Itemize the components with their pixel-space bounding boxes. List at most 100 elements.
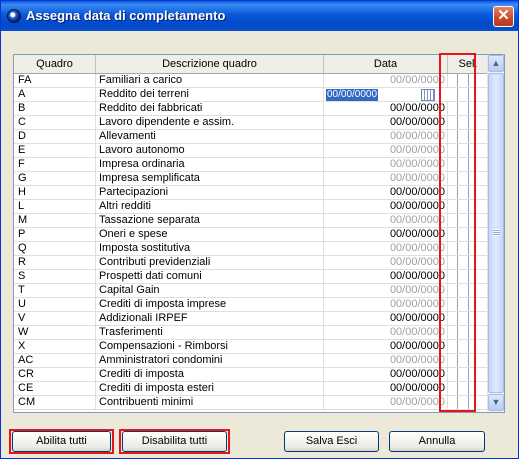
descrizione-cell: Altri redditi: [96, 200, 324, 213]
quadro-cell: M: [14, 214, 96, 227]
header-descrizione[interactable]: Descrizione quadro: [96, 55, 324, 73]
data-cell[interactable]: 00/00/0000: [324, 172, 448, 185]
data-cell[interactable]: 00/00/0000: [324, 228, 448, 241]
quadro-cell: FA: [14, 74, 96, 87]
title-bar[interactable]: Assegna data di completamento ✕: [1, 1, 518, 31]
descrizione-cell: Crediti di imposta esteri: [96, 382, 324, 395]
data-cell[interactable]: 00/00/0000: [324, 214, 448, 227]
data-cell[interactable]: 00/00/0000: [324, 284, 448, 297]
scroll-thumb[interactable]: [488, 73, 504, 393]
data-cell[interactable]: 00/00/0000: [324, 396, 448, 409]
table-row[interactable]: A Reddito dei terreni 00/00/0000: [14, 88, 489, 102]
descrizione-cell: Capital Gain: [96, 284, 324, 297]
data-cell[interactable]: 00/00/0000: [324, 102, 448, 115]
data-cell[interactable]: 00/00/0000: [324, 256, 448, 269]
data-cell[interactable]: 00/00/0000: [324, 368, 448, 381]
descrizione-cell: Partecipazioni: [96, 186, 324, 199]
quadro-cell: CR: [14, 368, 96, 381]
table-row[interactable]: G Impresa semplificata 00/00/0000: [14, 172, 489, 186]
close-button[interactable]: ✕: [493, 6, 514, 27]
window-title: Assegna data di completamento: [26, 8, 226, 23]
data-cell[interactable]: 00/00/0000: [324, 326, 448, 339]
table-row[interactable]: R Contributi previdenziali 00/00/0000: [14, 256, 489, 270]
data-cell[interactable]: 00/00/0000: [324, 158, 448, 171]
quadro-cell: L: [14, 200, 96, 213]
descrizione-cell: Reddito dei terreni: [96, 88, 324, 101]
table-row[interactable]: L Altri redditi 00/00/0000: [14, 200, 489, 214]
data-cell[interactable]: 00/00/0000: [324, 130, 448, 143]
data-cell[interactable]: 00/00/0000: [324, 298, 448, 311]
table-row[interactable]: S Prospetti dati comuni 00/00/0000: [14, 270, 489, 284]
table-row[interactable]: C Lavoro dipendente e assim. 00/00/0000: [14, 116, 489, 130]
grip-icon: [493, 229, 500, 236]
quadro-cell: CM: [14, 396, 96, 409]
quadro-cell: D: [14, 130, 96, 143]
scroll-down-button[interactable]: ▼: [488, 394, 504, 411]
data-cell[interactable]: 00/00/0000: [324, 270, 448, 283]
descrizione-cell: Addizionali IRPEF: [96, 312, 324, 325]
table-row[interactable]: CR Crediti di imposta 00/00/0000: [14, 368, 489, 382]
data-cell[interactable]: 00/00/0000: [324, 116, 448, 129]
data-cell[interactable]: 00/00/0000: [324, 354, 448, 367]
app-icon: [7, 9, 21, 23]
table-row[interactable]: E Lavoro autonomo 00/00/0000: [14, 144, 489, 158]
data-cell[interactable]: 00/00/0000: [324, 242, 448, 255]
data-cell[interactable]: 00/00/0000: [324, 200, 448, 213]
table-row[interactable]: AC Amministratori condomini 00/00/0000: [14, 354, 489, 368]
date-editor[interactable]: 00/00/0000: [326, 89, 435, 101]
table-row[interactable]: FA Familiari a carico 00/00/0000: [14, 74, 489, 88]
quadro-cell: S: [14, 270, 96, 283]
table-row[interactable]: F Impresa ordinaria 00/00/0000: [14, 158, 489, 172]
descrizione-cell: Trasferimenti: [96, 326, 324, 339]
quadro-cell: R: [14, 256, 96, 269]
quadro-cell: V: [14, 312, 96, 325]
quadri-table: Quadro Descrizione quadro Data Sel. FA Fa…: [13, 54, 505, 413]
sel-column-highlight: [439, 53, 476, 412]
table-row[interactable]: M Tassazione separata 00/00/0000: [14, 214, 489, 228]
table-row[interactable]: T Capital Gain 00/00/0000: [14, 284, 489, 298]
quadro-cell: G: [14, 172, 96, 185]
table-row[interactable]: CM Contribuenti minimi 00/00/0000: [14, 396, 489, 410]
annulla-button[interactable]: Annulla: [389, 431, 485, 452]
table-row[interactable]: U Crediti di imposta imprese 00/00/0000: [14, 298, 489, 312]
data-cell[interactable]: 00/00/0000: [324, 144, 448, 157]
header-data[interactable]: Data: [324, 55, 448, 73]
header-quadro[interactable]: Quadro: [14, 55, 96, 73]
data-cell[interactable]: 00/00/0000: [324, 74, 448, 87]
disabilita-tutti-button[interactable]: Disabilita tutti: [122, 431, 227, 452]
data-cell[interactable]: 00/00/0000: [324, 340, 448, 353]
quadro-cell: CE: [14, 382, 96, 395]
quadro-cell: W: [14, 326, 96, 339]
descrizione-cell: Imposta sostitutiva: [96, 242, 324, 255]
dialog-window: Assegna data di completamento ✕ Quadro D…: [0, 0, 519, 459]
abilita-tutti-button[interactable]: Abilita tutti: [12, 431, 111, 452]
table-row[interactable]: V Addizionali IRPEF 00/00/0000: [14, 312, 489, 326]
vertical-scrollbar[interactable]: ▲ ▼: [487, 55, 504, 412]
scroll-up-button[interactable]: ▲: [488, 55, 504, 72]
quadro-cell: X: [14, 340, 96, 353]
table-row[interactable]: P Oneri e spese 00/00/0000: [14, 228, 489, 242]
quadro-cell: B: [14, 102, 96, 115]
table-header: Quadro Descrizione quadro Data Sel.: [14, 55, 489, 74]
table-row[interactable]: D Allevamenti 00/00/0000: [14, 130, 489, 144]
date-input[interactable]: 00/00/0000: [326, 89, 379, 101]
data-cell[interactable]: 00/00/0000: [324, 312, 448, 325]
data-cell[interactable]: 00/00/0000: [324, 186, 448, 199]
salva-esci-button[interactable]: Salva Esci: [284, 431, 379, 452]
descrizione-cell: Crediti di imposta imprese: [96, 298, 324, 311]
table-row[interactable]: CE Crediti di imposta esteri 00/00/0000: [14, 382, 489, 396]
table-body: FA Familiari a carico 00/00/0000 A Reddito d…: [14, 74, 489, 410]
table-row[interactable]: H Partecipazioni 00/00/0000: [14, 186, 489, 200]
quadro-cell: E: [14, 144, 96, 157]
data-cell[interactable]: 00/00/0000: [324, 382, 448, 395]
quadro-cell: H: [14, 186, 96, 199]
descrizione-cell: Impresa ordinaria: [96, 158, 324, 171]
table-row[interactable]: W Trasferimenti 00/00/0000: [14, 326, 489, 340]
table-row[interactable]: Q Imposta sostitutiva 00/00/0000: [14, 242, 489, 256]
table-row[interactable]: B Reddito dei fabbricati 00/00/0000: [14, 102, 489, 116]
descrizione-cell: Oneri e spese: [96, 228, 324, 241]
table-row[interactable]: X Compensazioni - Rimborsi 00/00/0000: [14, 340, 489, 354]
descrizione-cell: Impresa semplificata: [96, 172, 324, 185]
quadro-cell: C: [14, 116, 96, 129]
calendar-icon[interactable]: [421, 89, 435, 101]
